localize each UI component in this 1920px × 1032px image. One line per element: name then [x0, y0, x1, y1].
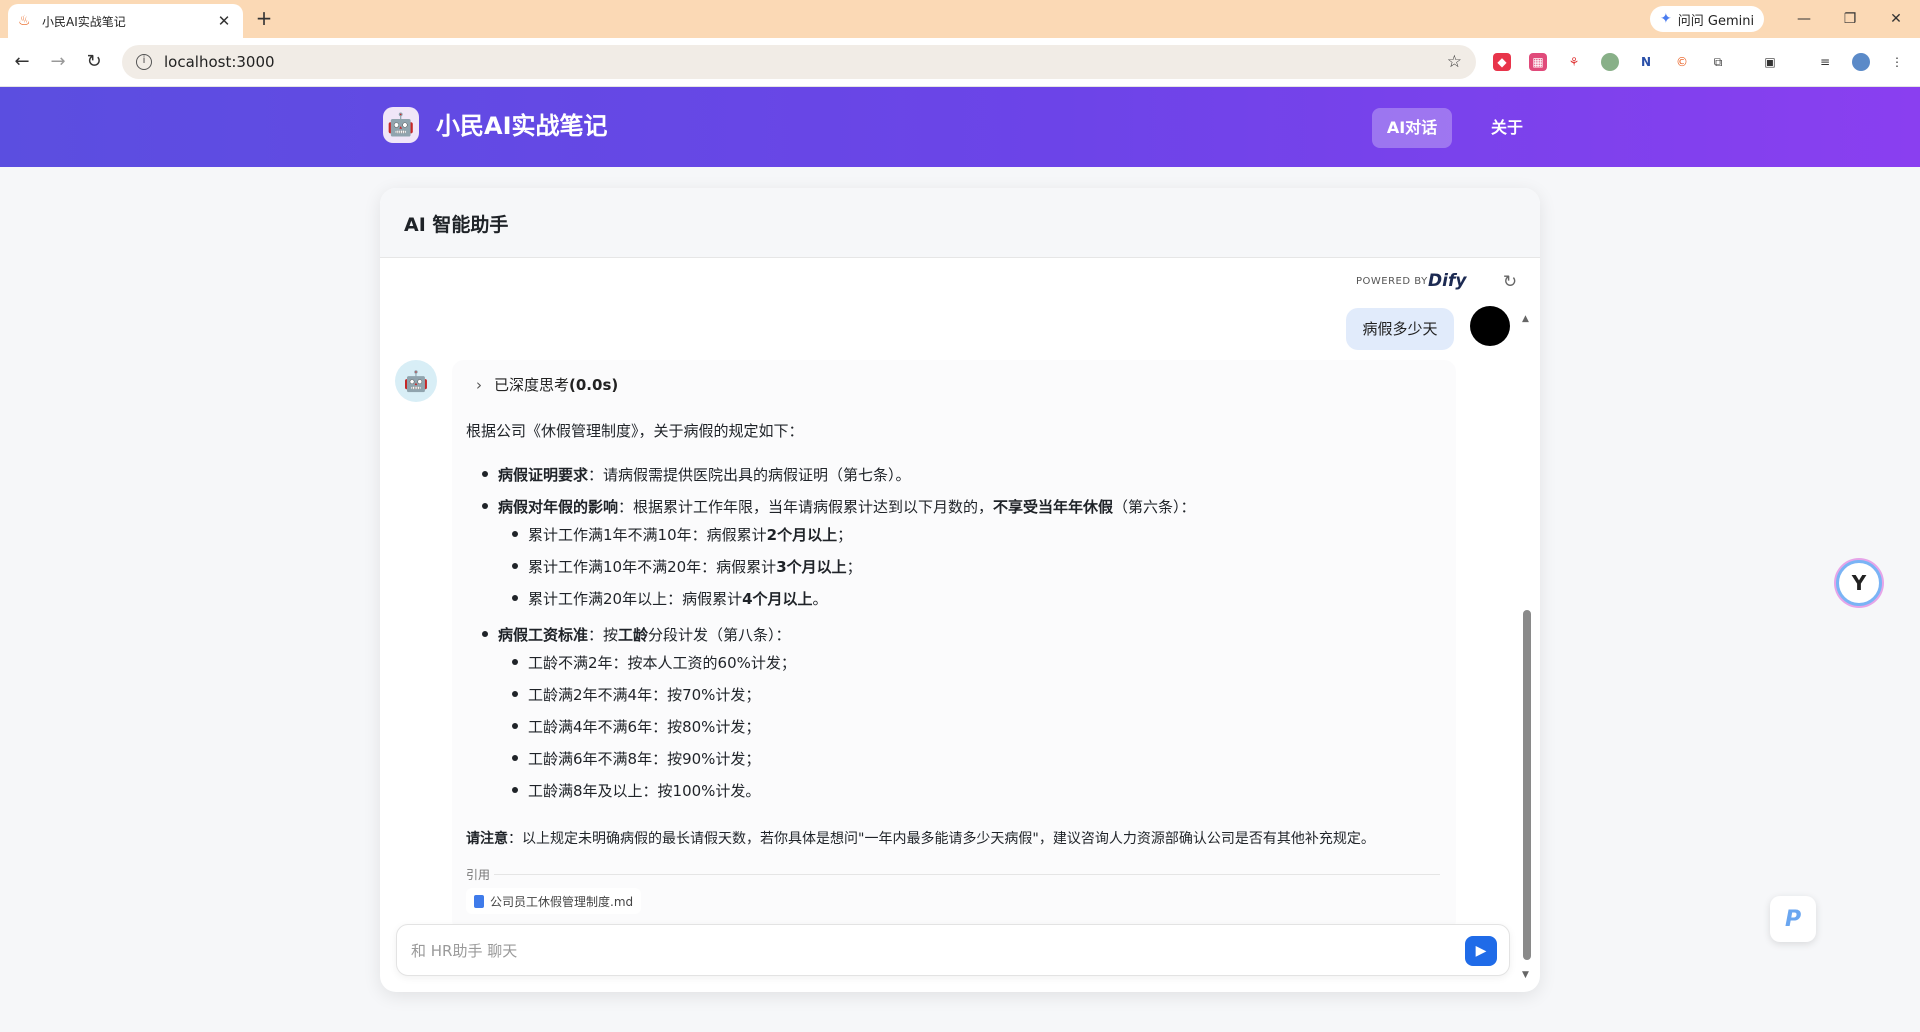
list-item: 工龄满2年不满4年：按70%计发；	[512, 684, 760, 705]
citation-label: 引用	[466, 868, 491, 882]
user-message: 病假多少天	[1346, 308, 1454, 350]
nav-ai-chat[interactable]: AI对话	[1372, 108, 1452, 148]
refresh-icon[interactable]: ↻	[1500, 272, 1520, 292]
site-header: 🤖 小民AI实战笔记 AI对话 关于	[0, 87, 1920, 167]
flame-icon: ♨	[18, 13, 31, 29]
chat-title: AI 智能助手	[404, 214, 509, 236]
answer-intro: 根据公司《休假管理制度》，关于病假的规定如下：	[466, 422, 804, 440]
powered-by-label: POWERED BY	[1356, 276, 1428, 287]
url-field[interactable]: i localhost:3000 ☆	[122, 45, 1476, 79]
list-item: 工龄满4年不满6年：按80%计发；	[512, 716, 760, 737]
sparkle-icon: ✦	[1660, 11, 1672, 27]
scrollbar[interactable]: ▲ ▼	[1522, 314, 1532, 982]
citation-file-name: 公司员工休假管理制度.md	[490, 894, 634, 909]
user-avatar	[1470, 306, 1510, 346]
url-text: localhost:3000	[164, 53, 275, 71]
minimize-icon[interactable]: —	[1784, 6, 1824, 32]
restore-icon[interactable]: ❐	[1830, 6, 1870, 32]
new-tab-button[interactable]: +	[253, 8, 275, 30]
chat-input[interactable]	[411, 938, 1431, 964]
list-item: 工龄满6年不满8年：按90%计发；	[512, 748, 760, 769]
extension-grid-icon[interactable]: ▦	[1529, 53, 1547, 71]
back-icon[interactable]: ←	[10, 50, 34, 74]
extension-mushroom-icon[interactable]: ⚘	[1565, 53, 1583, 71]
extension-circle-icon[interactable]	[1601, 53, 1619, 71]
chat-input-box: ▶	[396, 924, 1510, 976]
gemini-button[interactable]: ✦ 问问 Gemini	[1650, 6, 1765, 32]
list-item: 工龄不满2年：按本人工资的60%计发；	[512, 652, 796, 673]
tab-search-icon[interactable]: ▣	[1761, 53, 1779, 71]
info-icon[interactable]: i	[136, 54, 152, 70]
list-item: 病假证明要求：请病假需提供医院出具的病假证明（第七条）。	[482, 464, 911, 485]
site-title: 小民AI实战笔记	[436, 112, 608, 140]
chevron-right-icon: ›	[476, 375, 482, 394]
tab-title: 小民AI实战笔记	[42, 14, 126, 29]
scrollbar-thumb[interactable]	[1523, 610, 1531, 960]
citation-file[interactable]: 公司员工休假管理制度.md	[466, 888, 642, 914]
list-item: 工龄满8年及以上：按100%计发。	[512, 780, 760, 801]
send-button[interactable]: ▶	[1465, 936, 1497, 966]
extension-n-icon[interactable]: N	[1637, 53, 1655, 71]
chat-card: AI 智能助手 POWERED BY Dify ↻ 病假多少天 🤖 › 已深度思…	[380, 188, 1540, 992]
scroll-down-icon[interactable]: ▼	[1522, 970, 1529, 980]
send-icon: ▶	[1475, 943, 1487, 959]
bot-answer: › 已深度思考(0.0s) 根据公司《休假管理制度》，关于病假的规定如下： 病假…	[452, 360, 1456, 932]
dify-logo: Dify	[1428, 271, 1467, 291]
star-icon[interactable]: ☆	[1447, 52, 1462, 72]
nav-about[interactable]: 关于	[1470, 108, 1544, 148]
close-icon[interactable]: ✕	[215, 12, 233, 30]
profile-avatar-icon[interactable]	[1852, 53, 1870, 71]
address-bar: ← → ↻ i localhost:3000 ☆ ◆ ▦ ⚘ N © ⧉ ▣ ≡…	[0, 38, 1920, 87]
puzzle-icon[interactable]: ⧉	[1709, 53, 1727, 71]
file-icon	[474, 894, 484, 908]
citation-divider	[494, 874, 1440, 875]
scroll-up-icon[interactable]: ▲	[1522, 314, 1529, 324]
chat-card-header: AI 智能助手	[380, 188, 1540, 258]
list-item: 病假工资标准：按工龄分段计发（第八条）：	[482, 624, 791, 645]
list-item: 累计工作满1年不满10年：病假累计2个月以上；	[512, 524, 852, 545]
forward-icon[interactable]: →	[46, 50, 70, 74]
answer-note: 请注意：以上规定未明确病假的最长请假天数，若你具体是想问"一年内最多能请多少天病…	[466, 831, 1375, 847]
list-item: 累计工作满10年不满20年：病假累计3个月以上；	[512, 556, 862, 577]
browser-tab[interactable]: ♨ 小民AI实战笔记 ✕	[8, 4, 243, 38]
reload-icon[interactable]: ↻	[82, 50, 106, 74]
extension-shield-icon[interactable]: ◆	[1493, 53, 1511, 71]
deep-think-toggle[interactable]: › 已深度思考(0.0s)	[476, 374, 618, 395]
robot-logo-icon: 🤖	[383, 107, 419, 143]
bot-avatar-icon: 🤖	[395, 360, 437, 402]
window-close-icon[interactable]: ✕	[1876, 6, 1916, 32]
gemini-label: 问问 Gemini	[1677, 13, 1755, 29]
floating-p-icon[interactable]: P	[1770, 896, 1816, 942]
think-label: 已深度思考	[494, 376, 570, 394]
list-item: 病假对年假的影响：根据累计工作年限，当年请病假累计达到以下月数的，不享受当年年休…	[482, 496, 1196, 517]
menu-dots-icon[interactable]: ⋮	[1888, 53, 1906, 71]
media-icon[interactable]: ≡	[1816, 53, 1834, 71]
list-item: 累计工作满20年以上：病假累计4个月以上。	[512, 588, 828, 609]
think-time: (0.0s)	[569, 376, 619, 394]
browser-tab-bar: ♨ 小民AI实战笔记 ✕ + ✦ 问问 Gemini — ❐ ✕	[0, 0, 1920, 38]
extension-c-icon[interactable]: ©	[1673, 53, 1691, 71]
floating-assistant-icon[interactable]: Y	[1836, 560, 1882, 606]
